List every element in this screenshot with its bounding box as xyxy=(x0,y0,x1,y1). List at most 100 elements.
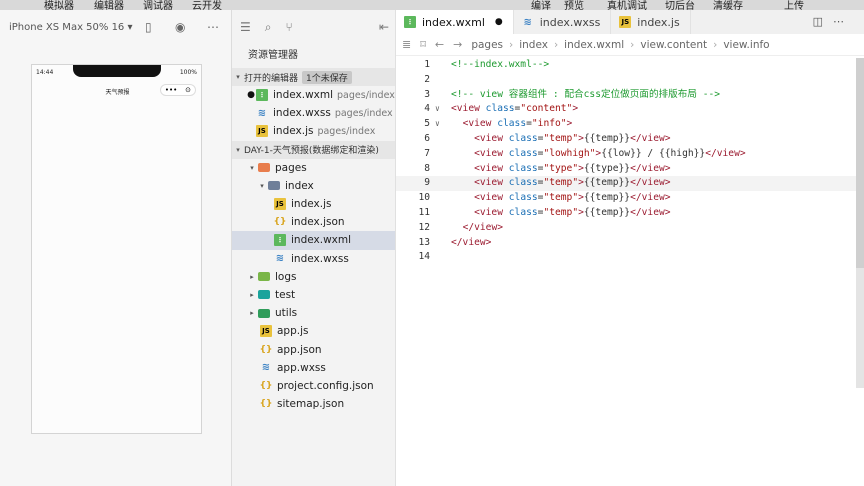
miniapp-capsule[interactable]: ••• ⊙ xyxy=(160,84,196,96)
tree-item[interactable]: ▾ index xyxy=(232,177,395,195)
line-number: 6 xyxy=(424,132,430,144)
code-text: <view class="type">{{type}}</view> xyxy=(474,162,671,174)
tab-index-js[interactable]: JS index.js xyxy=(611,10,691,34)
record-icon[interactable]: ◉ xyxy=(175,20,185,34)
code-area[interactable]: 1 <!--index.wxml--> 2 3 <!-- view 容器组件 : 配合c… xyxy=(396,58,864,265)
simulator-panel: iPhone XS Max 50% 16 ▾ ▯ ◉ ⋯ 14:44 100% … xyxy=(0,10,232,486)
tree-item-label: sitemap.json xyxy=(277,398,345,411)
chevron-down-icon[interactable]: ∨ xyxy=(435,117,440,132)
back-icon[interactable]: ← xyxy=(435,38,444,51)
tab-index-wxss[interactable]: ≋ index.wxss xyxy=(514,10,612,34)
top-toolbar: 模拟器 编辑器 调试器 云开发 编译 预览 真机调试 切后台 清缓存 上传 xyxy=(0,0,864,10)
open-editors-section[interactable]: ▾ 打开的编辑器 1个未保存 xyxy=(232,68,395,86)
capsule-more-icon[interactable]: ••• xyxy=(165,86,177,94)
toolbar-item[interactable]: 预览 xyxy=(564,0,584,10)
bookmark-icon[interactable]: ⌑ xyxy=(420,38,426,51)
tree-item[interactable]: ▸ logs xyxy=(232,268,395,286)
tree-item[interactable]: ▸ utils xyxy=(232,304,395,322)
toolbar-item[interactable]: 清缓存 xyxy=(713,0,743,10)
breadcrumb-item[interactable]: pages xyxy=(471,39,503,51)
toolbar-item[interactable]: 切后台 xyxy=(665,0,695,10)
code-line[interactable]: 10 <view class="temp">{{temp}}</view> xyxy=(396,191,864,206)
toolbar-item[interactable]: 上传 xyxy=(784,0,804,10)
tree-item[interactable]: {} app.json xyxy=(232,340,395,358)
code-line[interactable]: 1 <!--index.wxml--> xyxy=(396,58,864,73)
unsaved-dot-icon[interactable]: ● xyxy=(246,90,256,100)
open-editor-item[interactable]: ≋ index.wxss pages/index xyxy=(232,104,395,122)
code-line[interactable]: 3 <!-- view 容器组件 : 配合css定位做页面的排版布局 --> xyxy=(396,88,864,103)
chevron-right-icon[interactable]: ▸ xyxy=(246,273,258,281)
code-line[interactable]: 6 <view class="temp">{{temp}}</view> xyxy=(396,132,864,147)
list-icon[interactable]: ≣ xyxy=(402,38,411,51)
code-line[interactable]: 5 ∨ <view class="info"> xyxy=(396,117,864,132)
scrollbar-thumb[interactable] xyxy=(856,58,864,268)
toolbar-item[interactable]: 模拟器 xyxy=(44,0,74,10)
code-line[interactable]: 4 ∨ <view class="content"> xyxy=(396,102,864,117)
tree-item-label: index xyxy=(285,179,314,192)
code-line[interactable]: 11 <view class="temp">{{temp}}</view> xyxy=(396,206,864,221)
device-select[interactable]: iPhone XS Max 50% 16 ▾ xyxy=(9,22,133,33)
tree-item[interactable]: ⋮ index.wxml xyxy=(232,231,395,250)
tree-item[interactable]: ▸ test xyxy=(232,286,395,304)
breadcrumb-item[interactable]: index xyxy=(519,39,548,51)
line-number: 1 xyxy=(424,59,430,70)
capsule-close-icon[interactable]: ⊙ xyxy=(185,86,191,94)
forward-icon[interactable]: → xyxy=(453,38,462,51)
breadcrumb-item[interactable]: view.content xyxy=(640,39,707,51)
tree-item[interactable]: ▾ pages xyxy=(232,159,395,177)
tab-index-wxml[interactable]: ⋮ index.wxml ● xyxy=(396,10,514,34)
source-control-icon[interactable]: ⑂ xyxy=(286,20,293,34)
project-section[interactable]: ▾ DAY-1-天气预报(数据绑定和渲染) xyxy=(232,140,395,159)
more-icon[interactable]: ⋯ xyxy=(207,20,219,34)
code-line[interactable]: 7 <view class="lowhigh">{{low}} / {{high… xyxy=(396,147,864,162)
chevron-down-icon: ▾ xyxy=(236,73,240,81)
code-line[interactable]: 14 xyxy=(396,250,864,265)
chevron-down-icon: ▾ xyxy=(236,145,240,154)
code-line[interactable]: 13 </view> xyxy=(396,236,864,251)
breadcrumb-separator-icon: › xyxy=(553,38,559,51)
code-line[interactable]: 9 <view class="temp">{{temp}}</view> xyxy=(396,176,864,192)
tree-item-label: index.json xyxy=(291,216,345,229)
code-line[interactable]: 2 xyxy=(396,73,864,88)
tree-item[interactable]: {} index.json xyxy=(232,213,395,231)
code-text: <!-- view 容器组件 : 配合css定位做页面的排版布局 --> xyxy=(451,88,721,100)
file-name: index.wxml xyxy=(273,89,334,102)
split-panel-icon[interactable]: ⇤ xyxy=(379,20,389,34)
chevron-down-icon[interactable]: ∨ xyxy=(435,102,440,117)
breadcrumb-item[interactable]: index.wxml xyxy=(564,39,624,51)
open-editor-item[interactable]: JS index.js pages/index xyxy=(232,122,395,140)
wxml-file-icon: ⋮ xyxy=(256,89,268,102)
line-number: 13 xyxy=(418,236,430,248)
tree-item[interactable]: ≋ app.wxss xyxy=(232,359,395,377)
breadcrumb-item[interactable]: view.info xyxy=(723,39,769,51)
line-number: 3 xyxy=(424,88,430,100)
chevron-down-icon[interactable]: ▾ xyxy=(246,164,258,172)
code-line[interactable]: 8 <view class="type">{{type}}</view> xyxy=(396,162,864,177)
code-text: <view class="content"> xyxy=(451,103,579,115)
tree-item[interactable]: ≋ index.wxss xyxy=(232,250,395,268)
tree-item[interactable]: {} sitemap.json xyxy=(232,395,395,413)
more-icon[interactable]: ⋯ xyxy=(833,15,854,28)
toolbar-item[interactable]: 云开发 xyxy=(192,0,222,10)
toolbar-item[interactable]: 编辑器 xyxy=(94,0,124,10)
toolbar-item[interactable]: 编译 xyxy=(531,0,551,10)
chevron-right-icon[interactable]: ▸ xyxy=(246,291,258,299)
chevron-down-icon[interactable]: ▾ xyxy=(256,182,268,190)
toolbar-item[interactable]: 调试器 xyxy=(143,0,173,10)
unsaved-dot-icon[interactable]: ● xyxy=(495,17,503,27)
files-icon[interactable]: ☰ xyxy=(240,20,251,34)
split-editor-icon[interactable]: ◫ xyxy=(813,15,833,28)
phone-icon[interactable]: ▯ xyxy=(145,20,152,34)
chevron-right-icon[interactable]: ▸ xyxy=(246,309,258,317)
search-icon[interactable]: ⌕ xyxy=(265,20,272,35)
json-file-icon: {} xyxy=(259,344,273,355)
tree-item[interactable]: JS app.js xyxy=(232,322,395,340)
open-editor-item[interactable]: ● ⋮ index.wxml pages/index xyxy=(232,86,395,104)
code-editor: ⋮ index.wxml ● ≋ index.wxss JS index.js ◫⋯ ≣ ⌑ … xyxy=(396,10,864,486)
toolbar-item[interactable]: 真机调试 xyxy=(607,0,647,10)
code-text: </view> xyxy=(451,236,492,248)
code-text: <view class="temp">{{temp}}</view> xyxy=(474,206,671,218)
tree-item[interactable]: {} project.config.json xyxy=(232,377,395,395)
code-line[interactable]: 12 </view> xyxy=(396,221,864,236)
tree-item[interactable]: JS index.js xyxy=(232,195,395,213)
